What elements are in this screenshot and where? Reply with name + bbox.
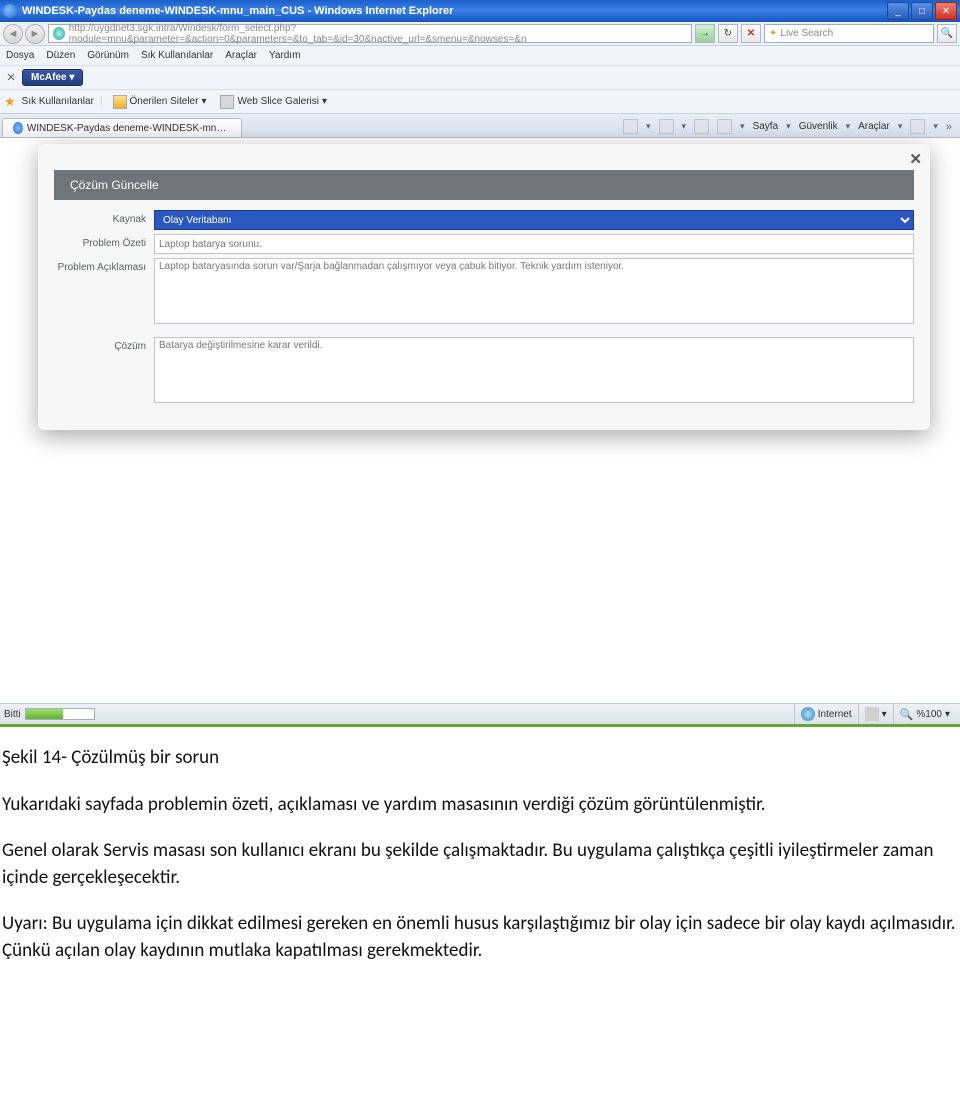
kaynak-select[interactable]: Olay Veritabanı	[154, 210, 914, 230]
ie-icon	[3, 4, 17, 18]
label-cozum: Çözüm	[54, 337, 154, 406]
menu-view[interactable]: Görünüm	[87, 50, 129, 61]
modal-close-button[interactable]: ✕	[909, 150, 922, 168]
menu-bar: Dosya Düzen Görünüm Sık Kullanılanlar Ar…	[0, 46, 960, 66]
paragraph-1: Yukarıdaki sayfada problemin özeti, açık…	[2, 792, 958, 819]
page-menu[interactable]: Sayfa	[753, 121, 779, 132]
page-content: ✕ Çözüm Güncelle Kaynak Olay Veritabanı …	[0, 138, 960, 703]
menu-tools[interactable]: Araçlar	[225, 50, 257, 61]
modal-dialog: ✕ Çözüm Güncelle Kaynak Olay Veritabanı …	[38, 144, 930, 430]
status-bar: Bitti Internet ▾ 🔍 %100 ▾	[0, 703, 960, 724]
zoom-control[interactable]: 🔍 %100 ▾	[893, 704, 956, 724]
overflow-icon[interactable]: »	[946, 121, 952, 133]
close-button[interactable]: ✕	[935, 2, 957, 20]
problem-ozeti-input[interactable]	[154, 234, 914, 254]
feeds-icon[interactable]	[659, 119, 674, 134]
globe-icon	[53, 27, 65, 40]
zoom-label: %100	[916, 709, 942, 720]
address-toolbar: ◄ ► http://uygdnet3.sgk.intra/Windesk/fo…	[0, 22, 960, 46]
mail-icon[interactable]	[694, 119, 709, 134]
go-button[interactable]: →	[695, 24, 715, 43]
print-icon[interactable]	[717, 119, 732, 134]
menu-favorites[interactable]: Sık Kullanılanlar	[141, 50, 213, 61]
favorites-label[interactable]: Sık Kullanılanlar	[22, 96, 94, 107]
favorites-star-icon[interactable]: ★	[4, 94, 16, 110]
magnifier-icon: 🔍	[900, 708, 914, 721]
safety-menu[interactable]: Güvenlik	[799, 121, 838, 132]
menu-edit[interactable]: Düzen	[46, 50, 75, 61]
status-text: Bitti	[4, 709, 21, 720]
suggested-sites-item[interactable]: Önerilen Siteler ▾	[109, 95, 211, 109]
browser-tab[interactable]: WINDESK-Paydas deneme-WINDESK-mnu_main_C…	[2, 118, 242, 137]
globe-icon	[801, 707, 815, 721]
stop-button[interactable]: ✕	[741, 24, 761, 43]
label-problem-aciklamasi: Problem Açıklaması	[54, 258, 154, 327]
webslice-label: Web Slice Galerisi	[237, 96, 319, 107]
command-bar: ▾ ▾ ▾ Sayfa▾ Güvenlik▾ Araçlar▾ ▾ »	[623, 119, 958, 137]
internet-zone[interactable]: Internet	[794, 704, 858, 724]
menu-file[interactable]: Dosya	[6, 50, 34, 61]
address-bar[interactable]: http://uygdnet3.sgk.intra/Windesk/form_s…	[48, 24, 692, 43]
chevron-down-icon: ▾	[322, 96, 327, 107]
forward-button[interactable]: ►	[25, 24, 45, 44]
cozum-textarea[interactable]: Batarya değiştirilmesine karar verildi.	[154, 337, 914, 403]
label-kaynak: Kaynak	[54, 210, 154, 230]
document-body: Şekil 14- Çözülmüş bir sorun Yukarıdaki …	[0, 727, 960, 965]
tab-bar: WINDESK-Paydas deneme-WINDESK-mnu_main_C…	[0, 114, 960, 138]
progress-bar	[25, 708, 95, 720]
ie-icon	[13, 122, 23, 134]
maximize-button[interactable]: □	[911, 2, 933, 20]
mcafee-toolbar: ✕ McAfee ▾	[0, 66, 960, 90]
form-area: Kaynak Olay Veritabanı Problem Özeti Pro…	[38, 200, 930, 406]
webslice-icon	[220, 95, 234, 109]
tab-title: WINDESK-Paydas deneme-WINDESK-mnu_main_C…	[27, 123, 231, 134]
problem-aciklamasi-textarea[interactable]: Laptop bataryasında sorun var/Şarja bağl…	[154, 258, 914, 324]
window-title: WINDESK-Paydas deneme-WINDESK-mnu_main_C…	[22, 5, 887, 17]
refresh-button[interactable]: ↻	[718, 24, 738, 43]
figure-caption: Şekil 14- Çözülmüş bir sorun	[2, 745, 958, 772]
search-provider-icon: ✦	[769, 28, 777, 39]
star-icon	[113, 95, 127, 109]
menu-help[interactable]: Yardım	[269, 50, 301, 61]
mcafee-badge[interactable]: McAfee ▾	[22, 69, 83, 86]
label-problem-ozeti: Problem Özeti	[54, 234, 154, 254]
zone-label: Internet	[818, 709, 852, 720]
chevron-down-icon: ▾	[201, 96, 206, 107]
search-box[interactable]: ✦ Live Search	[764, 24, 934, 43]
modal-header: Çözüm Güncelle	[54, 170, 914, 200]
back-button[interactable]: ◄	[3, 24, 23, 44]
search-placeholder: Live Search	[780, 28, 833, 39]
suggested-sites-label: Önerilen Siteler	[130, 96, 199, 107]
paragraph-2: Genel olarak Servis masası son kullanıcı…	[2, 838, 958, 891]
modal-title: Çözüm Güncelle	[70, 178, 159, 192]
minimize-button[interactable]: _	[887, 2, 909, 20]
help-icon[interactable]	[910, 119, 925, 134]
tools-menu[interactable]: Araçlar	[858, 121, 890, 132]
url-text: http://uygdnet3.sgk.intra/Windesk/form_s…	[69, 23, 687, 45]
window-titlebar: WINDESK-Paydas deneme-WINDESK-mnu_main_C…	[0, 0, 960, 22]
search-button[interactable]: 🔍	[937, 24, 957, 43]
favorites-bar: ★ Sık Kullanılanlar | Önerilen Siteler ▾…	[0, 90, 960, 114]
close-toolbar-button[interactable]: ✕	[4, 71, 18, 84]
home-icon[interactable]	[623, 119, 638, 134]
paragraph-3: Uyarı: Bu uygulama için dikkat edilmesi …	[2, 911, 958, 964]
shield-icon	[865, 707, 879, 721]
protected-mode[interactable]: ▾	[858, 704, 893, 724]
webslice-item[interactable]: Web Slice Galerisi ▾	[216, 95, 331, 109]
mcafee-label: McAfee	[31, 72, 67, 83]
